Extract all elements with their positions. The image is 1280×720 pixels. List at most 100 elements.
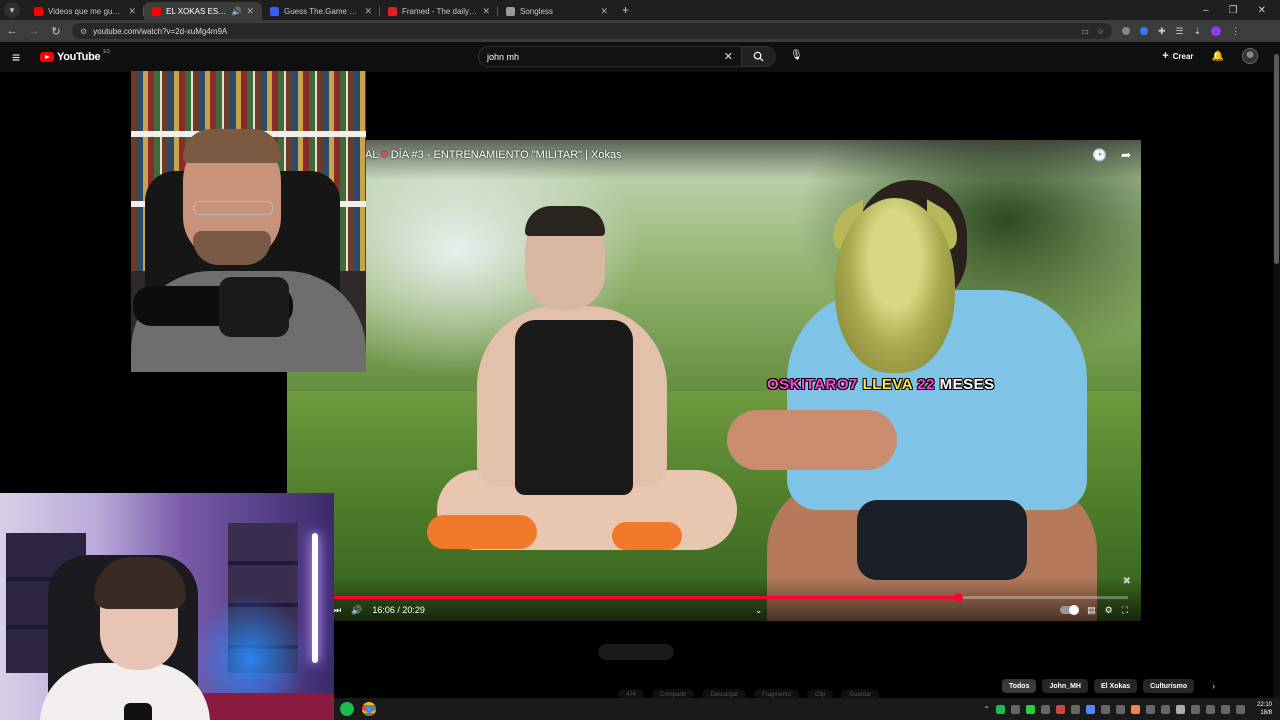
chip-john-mh[interactable]: John_MH (1042, 679, 1088, 693)
tab-songless[interactable]: Songless ✕ (498, 2, 616, 20)
chip-todos[interactable]: Todos (1002, 679, 1037, 693)
audio-playing-icon[interactable]: 🔊 (231, 7, 241, 16)
search-button[interactable] (742, 46, 776, 67)
tray-app-icon[interactable] (995, 704, 1005, 714)
close-tab-icon[interactable]: ✕ (246, 6, 254, 17)
bookmark-star-icon[interactable]: ☆ (1097, 27, 1104, 36)
chips-next-chevron-icon[interactable]: › (1212, 681, 1215, 691)
chip-culturismo[interactable]: Culturismo (1143, 679, 1195, 693)
scrollbar-thumb[interactable] (1274, 54, 1279, 264)
tray-app-icon[interactable] (1040, 704, 1050, 714)
tray-app-icon[interactable] (1070, 704, 1080, 714)
extension-icon[interactable] (1122, 27, 1130, 35)
tray-app-icon[interactable] (1175, 704, 1185, 714)
tab-search-icon[interactable]: ▾ (4, 2, 20, 18)
reading-list-icon[interactable]: ☰ (1176, 26, 1184, 37)
hamburger-menu-icon[interactable]: ≡ (12, 49, 26, 65)
clear-search-icon[interactable]: ✕ (724, 50, 733, 63)
page-scrollbar[interactable] (1273, 42, 1280, 698)
close-tab-icon[interactable]: ✕ (364, 6, 372, 17)
maximize-icon[interactable]: ❐ (1229, 5, 1238, 16)
tray-app-icon[interactable] (1160, 704, 1170, 714)
chip-el-xokas[interactable]: El Xokas (1093, 679, 1138, 693)
notifications-bell-icon[interactable]: 🔔 (1212, 51, 1224, 62)
watch-later-clock-icon[interactable]: 🕑 (1092, 148, 1107, 162)
tray-app-icon[interactable] (1025, 704, 1035, 714)
close-window-icon[interactable]: ✕ (1258, 5, 1266, 16)
back-icon[interactable]: ← (6, 25, 18, 37)
forward-icon[interactable]: → (28, 25, 40, 37)
taskbar-clock[interactable]: 22:10 18/8 (1257, 701, 1272, 717)
settings-gear-icon[interactable]: ⚙ (1105, 605, 1113, 616)
voice-search-mic-icon[interactable]: 🎙 (790, 50, 803, 61)
chrome-icon[interactable] (362, 702, 376, 716)
browser-menu-icon[interactable]: ⋮ (1231, 26, 1240, 37)
tray-app-icon[interactable] (1145, 704, 1155, 714)
extensions-puzzle-icon[interactable]: ✚ (1158, 26, 1166, 37)
tray-app-icon[interactable] (1085, 704, 1095, 714)
youtube-logo[interactable]: YouTube ES (40, 49, 110, 63)
stream-alert-overlay: OSKITARO7 LLEVA 22 MESES (767, 376, 995, 393)
close-tab-icon[interactable]: ✕ (128, 6, 136, 17)
video-person-left (427, 206, 737, 610)
clock-date: 18/8 (1260, 710, 1272, 716)
video-player[interactable]: OSKITARO7 LLEVA 22 MESES AL ♥ DÍA #3 - E… (287, 140, 1141, 621)
tab-guess-the-game[interactable]: Guess The.Game #1192 ✕ (262, 2, 380, 20)
tray-app-icon[interactable] (1100, 704, 1110, 714)
webcam-hair (94, 557, 186, 609)
share-arrow-icon[interactable]: ➦ (1121, 148, 1131, 162)
network-icon[interactable] (1220, 704, 1230, 714)
close-tab-icon[interactable]: ✕ (600, 6, 608, 17)
time-display: 16:06 / 20:29 (372, 605, 425, 615)
extension-icon[interactable] (1140, 27, 1148, 35)
tray-app-icon[interactable] (1055, 704, 1065, 714)
tray-app-icon[interactable] (1130, 704, 1140, 714)
neon-light-bar (312, 533, 318, 663)
volume-tray-icon[interactable] (1235, 704, 1245, 714)
scrubber-knob[interactable] (953, 593, 963, 602)
annotation-close-icon[interactable]: ✖ (1123, 576, 1131, 587)
video-shape (612, 522, 682, 550)
songless-favicon-icon (506, 6, 515, 16)
close-tab-icon[interactable]: ✕ (482, 6, 490, 17)
chapter-chevron-icon[interactable]: ⌄ (755, 605, 763, 616)
account-avatar[interactable] (1242, 48, 1258, 64)
tray-app-icon[interactable] (1190, 704, 1200, 714)
minimize-icon[interactable]: – (1203, 5, 1209, 16)
tray-app-icon[interactable] (1010, 704, 1020, 714)
tab-title: Songless (520, 6, 553, 16)
spotify-icon[interactable] (340, 702, 354, 716)
next-icon[interactable]: ⏭ (333, 605, 341, 616)
tab-videos-que-me-gustan[interactable]: Videos que me gustan - YouTube ✕ (26, 2, 144, 20)
blurred-pill (598, 644, 674, 660)
search-input[interactable]: john mh ✕ (478, 46, 742, 67)
downloads-icon[interactable]: ⇣ (1194, 26, 1202, 37)
subtitles-icon[interactable]: ▤ (1087, 605, 1096, 616)
tray-app-icon[interactable] (1205, 704, 1215, 714)
webcam-mic (124, 703, 152, 720)
volume-icon[interactable]: 🔊 (351, 605, 362, 616)
cast-icon[interactable]: ▭ (1081, 27, 1089, 36)
progress-bar[interactable] (333, 593, 1128, 602)
create-button[interactable]: + Crear (1162, 50, 1193, 62)
site-info-icon[interactable]: ⚙ (80, 27, 87, 36)
video-shape (427, 515, 537, 549)
reload-icon[interactable]: ↻ (50, 25, 62, 38)
autoplay-toggle[interactable] (1060, 605, 1080, 615)
video-title[interactable]: AL ♥ DÍA #3 - ENTRENAMIENTO "MILITAR" | … (365, 149, 622, 161)
tray-overflow-icon[interactable]: ⌃ (983, 705, 990, 714)
heart-emoji-icon: ♥ (381, 149, 388, 161)
tray-app-icon[interactable] (1115, 704, 1125, 714)
youtube-play-icon (40, 52, 54, 62)
new-tab-button[interactable]: + (622, 3, 629, 17)
address-bar[interactable]: ⚙ youtube.com/watch?v=2d-xuMg4m9A ▭ ☆ (72, 23, 1112, 39)
tab-framed[interactable]: Framed - The daily movie guess ✕ (380, 2, 498, 20)
tab-el-xokas[interactable]: EL XOKAS ES UN BOCAS DE 🔊 ✕ (144, 2, 262, 20)
video-title-text: DÍA #3 - ENTRENAMIENTO "MILITAR" | Xokas (390, 149, 622, 161)
webcam-streamer-bottom (0, 493, 334, 720)
system-tray: ⌃ 22:10 18/8 (983, 701, 1280, 717)
tab-title: Videos que me gustan - YouTube (48, 6, 124, 16)
fullscreen-icon[interactable]: ⛶ (1122, 605, 1128, 616)
player-controls: ⏭ 🔊 16:06 / 20:29 ⌄ ▤ ⚙ ⛶ (333, 602, 1128, 618)
profile-avatar-icon[interactable] (1211, 26, 1222, 36)
